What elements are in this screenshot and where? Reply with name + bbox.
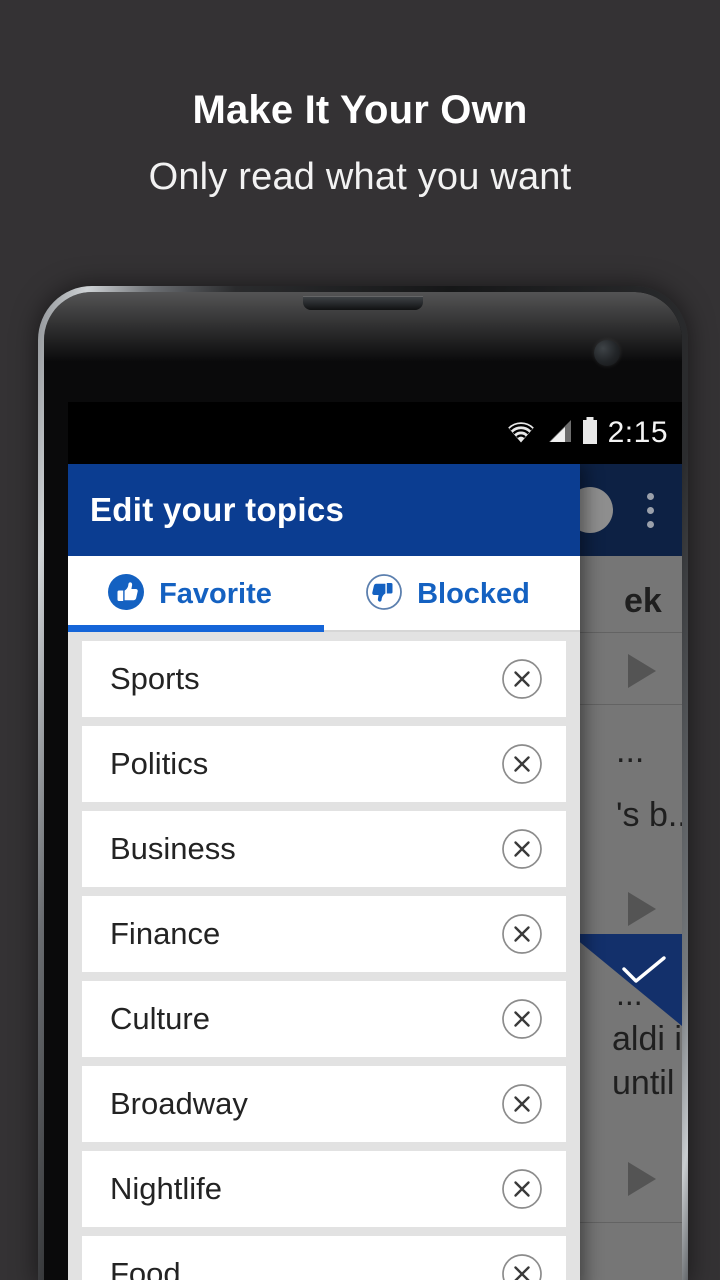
close-circle-icon[interactable] (500, 1082, 544, 1126)
edit-topics-dialog: Edit your topics Favorite Blocked Sports… (68, 464, 580, 1280)
close-circle-icon[interactable] (500, 827, 544, 871)
topic-name: Sports (110, 661, 200, 696)
background-text-fragment: aldi is (612, 1020, 682, 1058)
promo-header: Make It Your Own Only read what you want (0, 0, 720, 199)
tab-bar: Favorite Blocked (68, 556, 580, 632)
topic-name: Food (110, 1256, 181, 1280)
tab-favorite-label: Favorite (159, 577, 272, 610)
thumbs-down-icon (364, 572, 404, 617)
close-circle-icon[interactable] (500, 742, 544, 786)
play-icon[interactable] (628, 1162, 656, 1196)
background-text-fragment: 's b... (616, 796, 682, 834)
topic-name: Politics (110, 746, 209, 781)
topic-name: Broadway (110, 1086, 248, 1121)
topic-row[interactable]: Nightlife (82, 1151, 566, 1227)
close-circle-icon[interactable] (500, 997, 544, 1041)
topic-row[interactable]: Broadway (82, 1066, 566, 1142)
dialog-title: Edit your topics (90, 491, 345, 528)
status-bar: 2:15 (68, 402, 682, 464)
overflow-menu-icon[interactable] (647, 492, 654, 528)
status-bar-time: 2:15 (607, 416, 668, 449)
tab-divider (324, 630, 580, 632)
cellular-signal-icon (546, 418, 572, 449)
active-tab-indicator (68, 625, 324, 632)
topic-row[interactable]: Food (82, 1236, 566, 1280)
topic-row[interactable]: Culture (82, 981, 566, 1057)
front-camera-icon (594, 340, 620, 366)
background-text-fragment: ... (616, 976, 643, 1012)
phone-device-frame: 2:15 ek ... 's b.... aldi i until Edit y… (38, 286, 688, 1280)
topic-row[interactable]: Finance (82, 896, 566, 972)
topic-name: Finance (110, 916, 221, 951)
thumbs-up-icon (106, 572, 146, 617)
tab-blocked-label: Blocked (417, 577, 530, 610)
topic-row[interactable]: Sports (82, 641, 566, 717)
topic-row[interactable]: Business (82, 811, 566, 887)
topic-name: Culture (110, 1001, 210, 1036)
speaker-grille-icon (303, 296, 423, 310)
play-icon[interactable] (628, 892, 656, 926)
close-circle-icon[interactable] (500, 1252, 544, 1280)
close-circle-icon[interactable] (500, 1167, 544, 1211)
page-subtitle: Only read what you want (148, 156, 572, 198)
phone-screen: 2:15 ek ... 's b.... aldi i until Edit y… (68, 402, 682, 1280)
background-text-fragment: ... (616, 732, 645, 770)
topic-list: Sports Politics Business Finance Culture… (68, 641, 580, 1280)
topic-name: Nightlife (110, 1171, 222, 1206)
phone-bezel: 2:15 ek ... 's b.... aldi i until Edit y… (44, 292, 682, 1280)
topic-name: Business (110, 831, 236, 866)
tab-favorite[interactable]: Favorite (68, 556, 324, 632)
close-circle-icon[interactable] (500, 657, 544, 701)
dialog-app-bar: Edit your topics (68, 464, 580, 556)
tab-blocked[interactable]: Blocked (324, 556, 580, 632)
background-text-fragment: until ... (612, 1064, 682, 1102)
page-title: Make It Your Own (192, 88, 528, 132)
close-circle-icon[interactable] (500, 912, 544, 956)
topic-row[interactable]: Politics (82, 726, 566, 802)
play-icon[interactable] (628, 654, 656, 688)
wifi-icon (505, 418, 537, 449)
battery-icon (581, 416, 599, 450)
background-text-fragment: ek (624, 582, 662, 620)
